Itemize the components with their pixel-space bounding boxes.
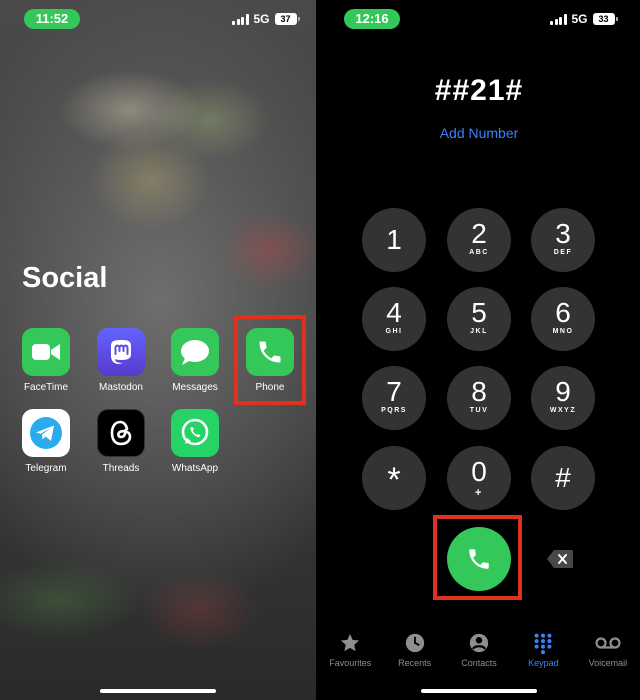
home-indicator[interactable] — [421, 689, 537, 693]
status-bar: 12:16 5G 33 — [318, 0, 640, 36]
key-hash[interactable]: # — [531, 446, 595, 510]
key-letters: JKL — [470, 328, 488, 335]
app-telegram[interactable]: Telegram — [16, 409, 76, 474]
key-7[interactable]: 7 PQRS — [362, 366, 426, 430]
key-digit: 4 — [386, 297, 402, 328]
key-digit: 1 — [386, 224, 402, 255]
key-digit: 6 — [555, 297, 571, 328]
keypad-icon — [511, 632, 575, 654]
key-0[interactable]: 0 + — [447, 446, 511, 510]
status-indicators: 5G 33 — [550, 12, 618, 26]
key-digit: 5 — [471, 297, 487, 328]
app-phone[interactable]: Phone — [240, 328, 300, 393]
phone-keypad-screen: 12:16 5G 33 ##21# Add Number 1 2 ABC 3 D… — [318, 0, 640, 700]
key-2[interactable]: 2 ABC — [447, 208, 511, 272]
key-letters: DEF — [553, 249, 573, 256]
star-icon — [318, 632, 382, 654]
key-digit: # — [555, 462, 571, 493]
tab-contacts[interactable]: Contacts — [447, 632, 511, 672]
messages-icon — [171, 328, 219, 376]
key-4[interactable]: 4 GHI — [362, 287, 426, 351]
phone-icon — [469, 549, 489, 569]
key-digit: 2 — [471, 218, 487, 249]
app-messages[interactable]: Messages — [165, 328, 225, 393]
app-label: Threads — [102, 463, 140, 474]
app-facetime[interactable]: FaceTime — [16, 328, 76, 393]
key-letters: GHI — [385, 328, 403, 335]
app-whatsapp[interactable]: WhatsApp — [165, 409, 225, 474]
call-button[interactable] — [447, 527, 511, 591]
clock-icon — [382, 632, 446, 654]
facetime-icon — [22, 328, 70, 376]
tab-voicemail[interactable]: Voicemail — [576, 632, 640, 672]
person-icon — [447, 632, 511, 654]
key-digit: 8 — [471, 376, 487, 407]
tab-recents[interactable]: Recents — [382, 632, 446, 672]
folder-title: Social — [22, 262, 108, 294]
app-label: FaceTime — [23, 382, 69, 393]
key-digit: * — [387, 461, 401, 499]
key-letters: TUV — [469, 407, 489, 414]
home-screen-social-folder: 11:52 5G 37 Social FaceTime Mastodon Mes… — [0, 0, 316, 700]
app-threads[interactable]: Threads — [91, 409, 151, 474]
tab-favourites[interactable]: Favourites — [318, 632, 382, 672]
battery-icon: 33 — [592, 13, 618, 25]
key-9[interactable]: 9 WXYZ — [531, 366, 595, 430]
home-indicator[interactable] — [100, 689, 216, 693]
key-digit: 0 — [471, 456, 487, 487]
status-indicators: 5G 37 — [232, 12, 300, 26]
key-3[interactable]: 3 DEF — [531, 208, 595, 272]
network-type: 5G — [253, 12, 270, 26]
battery-icon: 37 — [274, 13, 300, 25]
app-label: Phone — [255, 382, 285, 393]
threads-icon — [97, 409, 145, 457]
network-type: 5G — [571, 12, 588, 26]
key-8[interactable]: 8 TUV — [447, 366, 511, 430]
phone-icon — [246, 328, 294, 376]
key-star[interactable]: * — [362, 446, 426, 510]
tab-label: Keypad — [528, 658, 559, 668]
key-letters: + — [475, 487, 483, 499]
tab-label: Recents — [398, 658, 432, 668]
tab-bar: Favourites Recents Contacts Keypad Voice… — [318, 632, 640, 672]
key-1[interactable]: 1 — [362, 208, 426, 272]
key-digit: 3 — [555, 218, 571, 249]
cellular-signal-icon — [232, 13, 249, 25]
tab-label: Voicemail — [588, 658, 628, 668]
app-label: Mastodon — [99, 382, 143, 393]
backspace-icon — [547, 550, 573, 568]
add-number-link[interactable]: Add Number — [318, 125, 640, 141]
key-letters: ABC — [469, 249, 489, 256]
key-letters: MNO — [552, 328, 574, 335]
tab-keypad[interactable]: Keypad — [511, 632, 575, 672]
key-letters: PQRS — [381, 407, 407, 414]
app-mastodon[interactable]: Mastodon — [91, 328, 151, 393]
status-bar: 11:52 5G 37 — [0, 0, 316, 36]
key-letters: WXYZ — [549, 407, 577, 414]
key-6[interactable]: 6 MNO — [531, 287, 595, 351]
key-digit: 9 — [555, 376, 571, 407]
key-digit: 7 — [386, 376, 402, 407]
app-label: WhatsApp — [171, 463, 219, 474]
tab-label: Favourites — [329, 658, 372, 668]
app-label: Telegram — [25, 463, 67, 474]
mastodon-icon — [97, 328, 145, 376]
dialed-number: ##21# — [434, 74, 524, 107]
whatsapp-icon — [171, 409, 219, 457]
status-time[interactable]: 12:16 — [344, 9, 400, 29]
app-label: Messages — [172, 382, 218, 393]
cellular-signal-icon — [550, 13, 567, 25]
status-time[interactable]: 11:52 — [24, 9, 80, 29]
telegram-icon — [22, 409, 70, 457]
voicemail-icon — [576, 632, 640, 654]
delete-button[interactable] — [546, 549, 574, 569]
key-5[interactable]: 5 JKL — [447, 287, 511, 351]
tab-label: Contacts — [461, 658, 497, 668]
